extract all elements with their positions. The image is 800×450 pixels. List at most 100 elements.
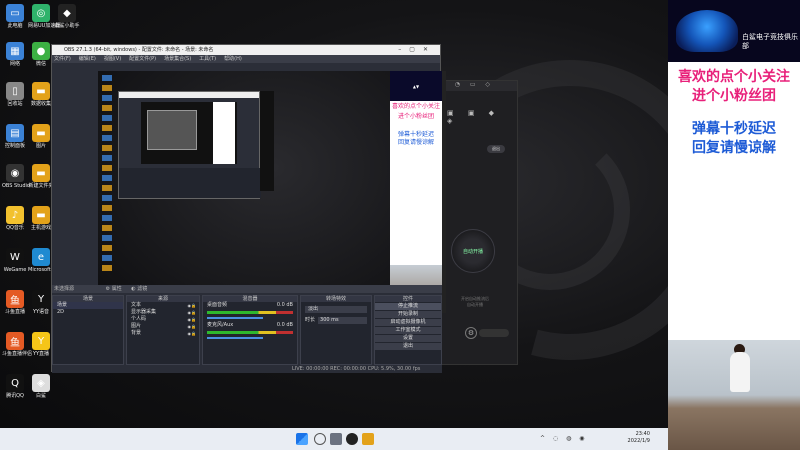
properties-button[interactable]: ⚙ 属性 bbox=[106, 286, 122, 292]
transition-select[interactable]: 淡出 bbox=[305, 306, 367, 313]
volume-slider[interactable] bbox=[207, 317, 264, 319]
start-button[interactable] bbox=[296, 433, 308, 445]
auto-start-circle[interactable]: 自动开播 bbox=[451, 229, 495, 273]
control-button[interactable]: 退出 bbox=[375, 343, 441, 350]
desktop-icon-15[interactable]: 鱼斗鱼直播 bbox=[2, 290, 28, 316]
control-button[interactable]: 工作室模式 bbox=[375, 327, 441, 334]
transitions-header: 转场特效 bbox=[301, 296, 371, 302]
scene-item[interactable]: 2D bbox=[53, 309, 123, 316]
mixer-channel-level: 0.0 dB bbox=[276, 322, 293, 328]
transitions-dock[interactable]: 转场特效 淡出 时长 300 ms bbox=[300, 295, 372, 365]
desktop-icon-13[interactable]: W WeGame bbox=[2, 248, 28, 274]
desktop-icon-label: OBS Studio bbox=[2, 183, 30, 189]
menu-item[interactable]: 配置文件(P) bbox=[129, 55, 156, 63]
control-button[interactable]: 开始录制 bbox=[375, 311, 441, 318]
desktop-icon-17[interactable]: 鱼斗鱼直播伴侣 bbox=[2, 332, 32, 358]
bgapp-note-line2: 自动开播 bbox=[467, 302, 483, 307]
desktop-icon-11[interactable]: ♪ QQ音乐 bbox=[2, 206, 28, 232]
visibility-icon[interactable]: ◉🔒 bbox=[188, 316, 196, 323]
desktop-icon-label: 腾讯QQ bbox=[6, 393, 24, 399]
menu-item[interactable]: 工具(T) bbox=[199, 55, 216, 63]
tray-icons[interactable]: ^ ◌ ◍ ◉ bbox=[540, 435, 587, 442]
source-item[interactable]: 图片 ◉🔒 bbox=[127, 323, 199, 330]
menu-item[interactable]: 文件(F) bbox=[54, 55, 71, 63]
control-button[interactable]: 停止推流 bbox=[375, 303, 441, 310]
duration-input[interactable]: 300 ms bbox=[318, 317, 367, 324]
nested-app bbox=[260, 91, 274, 191]
clock[interactable]: 23:40 2022/1/9 bbox=[628, 431, 650, 445]
scene-item[interactable]: 场景 bbox=[53, 302, 123, 309]
desktop-icon-19[interactable]: Q 腾讯QQ bbox=[2, 374, 28, 400]
source-item[interactable]: 文本 ◉🔒 bbox=[127, 302, 199, 309]
obs-window[interactable]: OBS 27.1.3 (64-bit, windows) - 配置文件: 未命名… bbox=[51, 44, 446, 373]
mixer-channel-header: 麦克风/Aux 0.0 dB bbox=[203, 322, 297, 329]
filters-button[interactable]: ◐ 滤镜 bbox=[131, 286, 147, 292]
app-icon: ◉ bbox=[6, 164, 24, 182]
mixer-dock[interactable]: 混音器 桌面音频 0.0 dB 麦克风/Aux 0.0 dB bbox=[202, 295, 298, 365]
desktop-icon-label: WeGame bbox=[3, 267, 27, 273]
obs-preview: ▲▼ 喜欢的点个小关注 进个小粉丝团 弹幕十秒延迟 回复请慢谅解 bbox=[98, 71, 446, 313]
desktop-icon-1[interactable]: ◎ 网易UU加速器 bbox=[28, 4, 60, 30]
nested-desktop-icons bbox=[102, 75, 112, 275]
mixer-list[interactable]: 桌面音频 0.0 dB 麦克风/Aux 0.0 dB bbox=[203, 302, 297, 339]
preview-overlay-banner: ▲▼ 喜欢的点个小关注 进个小粉丝团 弹幕十秒延迟 回复请慢谅解 bbox=[390, 71, 442, 313]
desktop-icon-label: 控制面板 bbox=[4, 143, 25, 149]
task-view-icon[interactable] bbox=[330, 433, 342, 445]
app-icon: ▭ bbox=[6, 4, 24, 22]
explorer-taskbar-icon[interactable] bbox=[362, 433, 374, 445]
source-item[interactable]: 显示器采集 ◉🔒 bbox=[127, 309, 199, 316]
controls-list[interactable]: 停止推流 开始录制 启动虚拟摄像机 工作室模式 设置 退出 bbox=[375, 303, 441, 350]
mixer-channel-name: 桌面音频 bbox=[207, 302, 228, 308]
overlay-text-line4: 回复请慢谅解 bbox=[692, 140, 776, 156]
controls-dock[interactable]: 控件 停止推流 开始录制 启动虚拟摄像机 工作室模式 设置 退出 bbox=[374, 295, 442, 365]
scenes-list[interactable]: 场景 2D bbox=[53, 302, 123, 316]
obs-menubar[interactable]: 文件(F) 编辑(E) 视图(V) 配置文件(P) 场景集合(S) 工具(T) 帮助(H) bbox=[52, 55, 440, 63]
obs-titlebar[interactable]: OBS 27.1.3 (64-bit, windows) - 配置文件: 未命名… bbox=[52, 45, 440, 55]
app-icon: ▬ bbox=[32, 82, 50, 100]
desktop-icon-7[interactable]: ▤ 控制面板 bbox=[2, 124, 28, 150]
menu-item[interactable]: 场景集合(S) bbox=[164, 55, 191, 63]
source-item[interactable]: 个人码 ◉🔒 bbox=[127, 316, 199, 323]
menu-item[interactable]: 视图(V) bbox=[104, 55, 121, 63]
scene-toolbar: 未选择源 ⚙ 属性 ◐ 滤镜 bbox=[52, 285, 442, 293]
source-item[interactable]: 背景 ◉🔒 bbox=[127, 330, 199, 337]
stream-overlay-panel: 白鲨电子竞技俱乐部 喜欢的点个小关注 进个小粉丝团 弹幕十秒延迟 回复请慢谅解 bbox=[668, 0, 800, 450]
desktop-icon-0[interactable]: ▭ 此电脑 bbox=[2, 4, 28, 30]
scenes-dock[interactable]: 场景 场景 2D bbox=[52, 295, 124, 365]
background-app-window[interactable]: ⌂ ◔ ▭ ◇ ▣ ▣ ◆ ◈ 退出 自动开播 开启自动推流后 自动开播 ⚙ bbox=[436, 80, 518, 365]
bgapp-pill-button[interactable] bbox=[479, 329, 509, 337]
desktop-icon-5[interactable]: ▯ 回收站 bbox=[2, 82, 28, 108]
visibility-icon[interactable]: ◉🔒 bbox=[188, 323, 196, 330]
preview-text-line4: 回复请慢谅解 bbox=[397, 139, 434, 146]
volume-meter bbox=[207, 331, 293, 334]
visibility-icon[interactable]: ◉🔒 bbox=[188, 330, 196, 337]
sources-dock[interactable]: 来源 文本 ◉🔒 显示器采集 ◉🔒 个人码 ◉🔒 图片 ◉🔒 背景 ◉🔒 bbox=[126, 295, 200, 365]
bgapp-exit-button[interactable]: 退出 bbox=[487, 145, 505, 153]
search-icon[interactable] bbox=[314, 433, 326, 445]
control-button[interactable]: 启动虚拟摄像机 bbox=[375, 319, 441, 326]
mixer-channel[interactable]: 桌面音频 0.0 dB bbox=[203, 302, 297, 319]
desktop-icon-3[interactable]: ▦ 网络 bbox=[2, 42, 28, 68]
overlay-text-line1: 喜欢的点个小关注 bbox=[678, 69, 790, 85]
desktop-icon-20[interactable]: ◈ 白鲨 bbox=[28, 374, 54, 400]
preview-text-line1: 喜欢的点个小关注 bbox=[391, 103, 440, 110]
desktop-icon-label: 白鲨 bbox=[35, 393, 46, 399]
control-button[interactable]: 设置 bbox=[375, 335, 441, 342]
desktop-icon-2[interactable]: ◆ 白鲨小助手 bbox=[54, 4, 80, 30]
source-label: 显示器采集 bbox=[131, 309, 157, 315]
menu-item[interactable]: 编辑(E) bbox=[79, 55, 96, 63]
window-controls[interactable]: –▢✕ bbox=[398, 45, 436, 55]
club-name: 白鲨电子竞技俱乐部 bbox=[742, 33, 798, 50]
obs-taskbar-icon[interactable] bbox=[346, 433, 358, 445]
visibility-icon[interactable]: ◉🔒 bbox=[188, 302, 196, 309]
mixer-channel[interactable]: 麦克风/Aux 0.0 dB bbox=[203, 322, 297, 339]
mixer-channel-name: 麦克风/Aux bbox=[207, 322, 234, 328]
volume-slider[interactable] bbox=[207, 337, 264, 339]
sources-list[interactable]: 文本 ◉🔒 显示器采集 ◉🔒 个人码 ◉🔒 图片 ◉🔒 背景 ◉🔒 bbox=[127, 302, 199, 337]
taskbar[interactable]: ^ ◌ ◍ ◉ 23:40 2022/1/9 bbox=[0, 428, 668, 450]
gear-icon[interactable]: ⚙ bbox=[465, 327, 477, 339]
desktop-icon-9[interactable]: ◉ OBS Studio bbox=[2, 164, 30, 190]
menu-item[interactable]: 帮助(H) bbox=[224, 55, 242, 63]
visibility-icon[interactable]: ◉🔒 bbox=[188, 309, 196, 316]
nested-desktop bbox=[98, 71, 390, 313]
